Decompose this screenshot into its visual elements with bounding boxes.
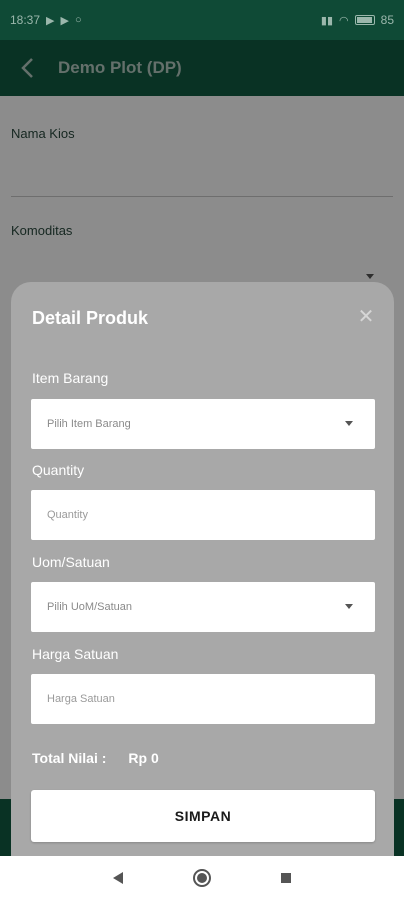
harga-satuan-label: Harga Satuan — [32, 646, 119, 662]
total-label: Total Nilai : — [32, 750, 107, 766]
save-button[interactable]: SIMPAN — [31, 790, 375, 842]
quantity-label: Quantity — [32, 462, 85, 478]
uom-select[interactable]: Pilih UoM/Satuan — [31, 582, 375, 632]
uom-label: Uom/Satuan — [32, 554, 110, 570]
quantity-field-box — [31, 490, 375, 540]
caret-down-icon — [345, 604, 353, 609]
wifi-icon: ◠ — [339, 14, 349, 27]
quantity-input[interactable] — [47, 509, 375, 521]
item-barang-placeholder: Pilih Item Barang — [47, 418, 131, 430]
triangle-back-icon[interactable] — [106, 866, 130, 890]
play-icon: ▶ — [46, 14, 55, 27]
close-icon[interactable]: ✕ — [357, 307, 375, 327]
sheet-title: Detail Produk — [32, 308, 149, 328]
status-time: 18:37 — [10, 13, 41, 27]
circle-icon: ○ — [74, 14, 82, 26]
item-barang-label: Item Barang — [32, 370, 109, 386]
system-nav-bar — [0, 856, 404, 900]
battery-level: 85 — [380, 13, 394, 27]
circle-home-icon[interactable] — [190, 866, 214, 890]
caret-down-icon — [345, 421, 353, 426]
harga-satuan-input[interactable] — [47, 693, 375, 705]
uom-placeholder: Pilih UoM/Satuan — [47, 601, 132, 613]
signal-icon: ▮▮ — [320, 14, 334, 27]
total-row: Total Nilai : Rp 0 — [32, 750, 159, 766]
play-icon: ▶ — [60, 14, 69, 27]
harga-satuan-field-box — [31, 674, 375, 724]
square-recent-icon[interactable] — [274, 866, 298, 890]
battery-icon — [354, 15, 375, 25]
item-barang-select[interactable]: Pilih Item Barang — [31, 399, 375, 449]
detail-produk-sheet: Detail Produk ✕ Item Barang Pilih Item B… — [11, 282, 394, 856]
total-value: Rp 0 — [128, 750, 159, 766]
status-bar: 18:37 ▶ ▶ ○ ▮▮ ◠ 85 — [0, 0, 404, 40]
